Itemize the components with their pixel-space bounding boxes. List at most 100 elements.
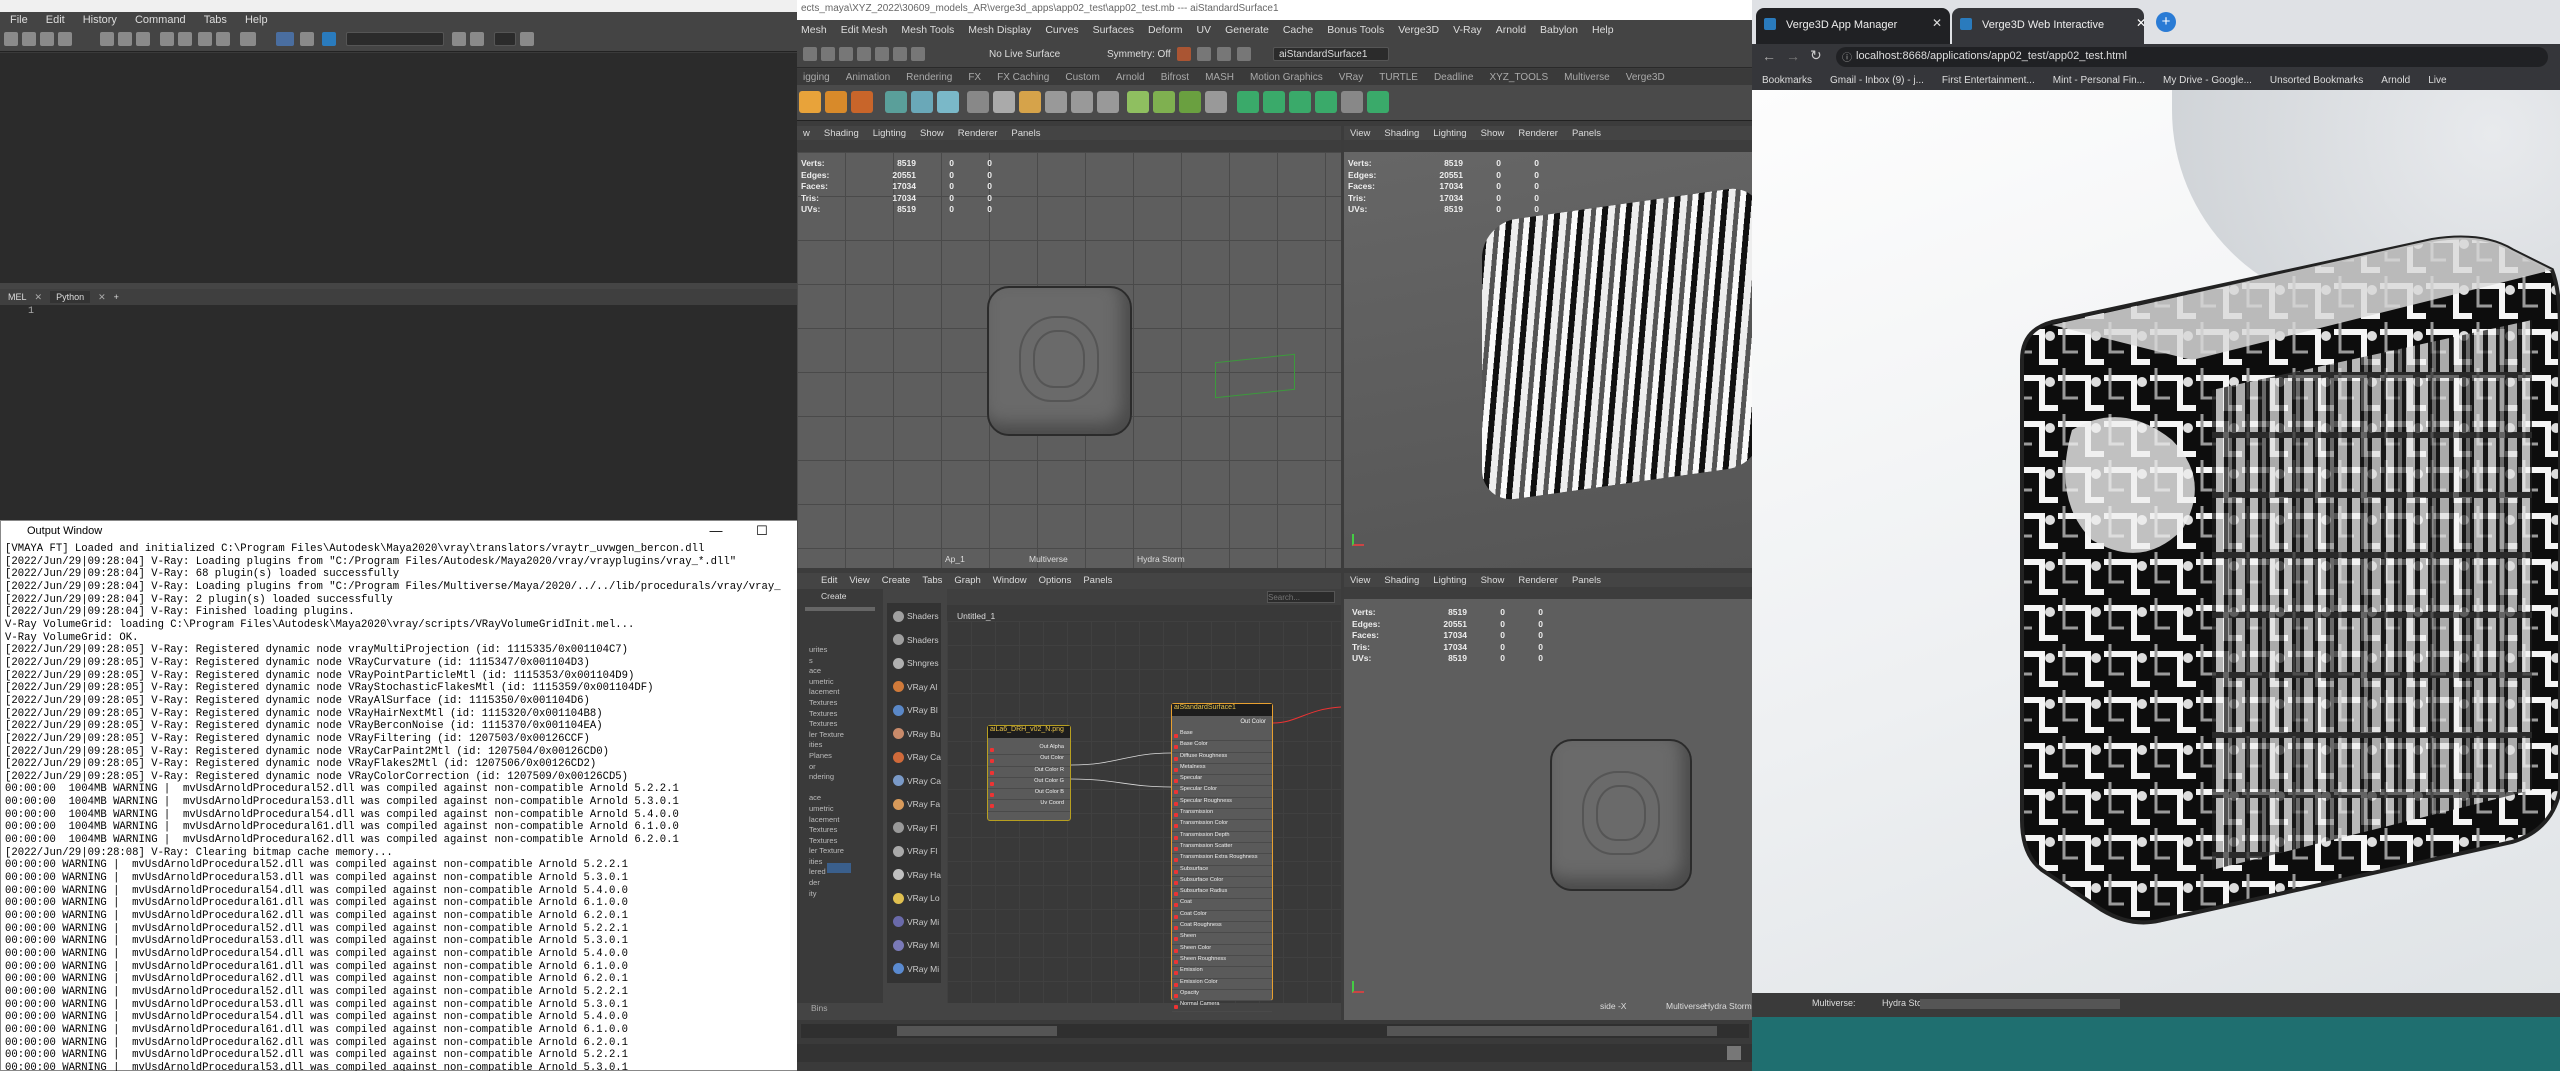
menu-show[interactable]: Show — [1481, 128, 1505, 139]
menu-create[interactable]: Create — [882, 575, 911, 586]
shader-list[interactable]: Shaders Shaders Shngres VRay Al VRay Bl VRay … — [887, 603, 941, 983]
shader-list-item[interactable]: VRay Bl — [893, 701, 938, 719]
category-item[interactable]: ace — [809, 666, 849, 677]
menu-surfaces[interactable]: Surfaces — [1093, 24, 1134, 36]
shelf-tab[interactable]: VRay — [1339, 72, 1363, 83]
menu-edit[interactable]: Edit — [46, 14, 65, 26]
category-item[interactable]: ler Texture — [809, 730, 849, 741]
shader-list-item[interactable]: Shaders — [893, 631, 939, 649]
clear-input-icon[interactable] — [118, 32, 132, 46]
play-icon[interactable] — [322, 32, 336, 46]
shader-list-item[interactable]: Shngres — [893, 654, 939, 672]
chrome-cube-render[interactable] — [2012, 230, 2560, 930]
menu-tabs[interactable]: Tabs — [204, 14, 227, 26]
shelf-tab[interactable]: Verge3D — [1626, 72, 1665, 83]
webgl-canvas[interactable] — [1752, 90, 2560, 993]
shelf-sneak-peek-icon[interactable] — [1263, 91, 1285, 113]
cube-chrome-render[interactable] — [1482, 184, 1752, 504]
menu-command[interactable]: Command — [135, 14, 186, 26]
category-item[interactable]: umetric — [809, 804, 849, 815]
menu-lighting[interactable]: Lighting — [1433, 575, 1466, 586]
script-editor-titlebar[interactable] — [0, 0, 797, 12]
bookmark-item[interactable]: Bookmarks — [1762, 75, 1812, 86]
menu-uv[interactable]: UV — [1196, 24, 1211, 36]
shader-list-item[interactable]: VRay Ha — [893, 866, 941, 884]
line-numbers-icon[interactable] — [178, 32, 192, 46]
search-next-icon[interactable] — [520, 32, 534, 46]
category-item[interactable]: s — [809, 656, 849, 667]
close-icon[interactable]: ✕ — [35, 292, 43, 303]
category-item[interactable]: Textures — [809, 719, 849, 730]
maximize-icon[interactable]: ☐ — [747, 523, 777, 539]
bookmark-item[interactable]: Arnold — [2381, 75, 2410, 86]
create-slider[interactable] — [805, 607, 875, 611]
shelf-denoise-icon[interactable] — [1205, 91, 1227, 113]
viewport-toolbar[interactable] — [1344, 140, 1752, 152]
snap-curve-icon[interactable] — [857, 47, 871, 61]
shelf-tab[interactable]: XYZ_TOOLS — [1489, 72, 1548, 83]
category-item[interactable]: der — [809, 878, 849, 889]
run-icon[interactable] — [300, 32, 314, 46]
render-icon[interactable] — [1177, 47, 1191, 61]
hypershade-icon[interactable] — [1237, 47, 1251, 61]
menu-v-ray[interactable]: V-Ray — [1453, 24, 1482, 36]
bookmark-item[interactable]: Live — [2428, 75, 2446, 86]
menu-deform[interactable]: Deform — [1148, 24, 1182, 36]
save-script-icon[interactable] — [40, 32, 54, 46]
shelf-standin-icon[interactable] — [1179, 91, 1201, 113]
viewport-toolbar[interactable] — [1344, 587, 1752, 599]
category-item[interactable]: urites — [809, 645, 849, 656]
menu-file[interactable]: File — [10, 14, 28, 26]
category-item[interactable]: Textures — [809, 836, 849, 847]
search-field[interactable] — [494, 32, 516, 46]
shader-list-item[interactable]: VRay Lo — [893, 889, 940, 907]
viewport-top-right[interactable]: View Shading Lighting Show Renderer Pane… — [1344, 126, 1752, 568]
menu-renderer[interactable]: Renderer — [1518, 128, 1558, 139]
select-hierarchy-icon[interactable] — [821, 47, 835, 61]
category-item[interactable]: umetric — [809, 677, 849, 688]
shelf-procedural-icon[interactable] — [1097, 91, 1119, 113]
info-icon[interactable]: ⓘ — [1842, 49, 1852, 64]
menu-lighting[interactable]: Lighting — [873, 128, 906, 139]
close-tab-icon[interactable]: ✕ — [1932, 16, 1942, 30]
output-log[interactable]: [VMAYA FT] Loaded and initialized C:\Pro… — [5, 543, 805, 1071]
shelf-star-icon[interactable] — [799, 91, 821, 113]
menu-show[interactable]: Show — [920, 128, 944, 139]
shelf-tab[interactable]: TURTLE — [1379, 72, 1418, 83]
output-window-titlebar[interactable]: Output Window — [1, 521, 821, 541]
category-item[interactable]: Textures — [809, 709, 849, 720]
back-icon[interactable]: ← — [1762, 48, 1776, 64]
category-item[interactable] — [809, 783, 849, 794]
shelf-mesh-light-icon[interactable] — [937, 91, 959, 113]
bookmark-item[interactable]: Gmail - Inbox (9) - j... — [1830, 75, 1924, 86]
tab-app-manager[interactable]: Verge3D App Manager — [1756, 8, 1950, 44]
shelf-text-icon[interactable] — [825, 91, 847, 113]
shader-list-item[interactable]: VRay Fa — [893, 795, 940, 813]
symmetry-label[interactable]: Symmetry: Off — [1107, 49, 1171, 60]
shelf-tab[interactable]: Rendering — [906, 72, 952, 83]
menu-edit-mesh[interactable]: Edit Mesh — [841, 24, 888, 36]
maya-titlebar[interactable]: ects_maya\XYZ_2022\30609_models_AR\verge… — [797, 0, 1752, 20]
shelf-tab[interactable]: Custom — [1065, 72, 1099, 83]
cube-model-side[interactable] — [1550, 739, 1692, 891]
bookmark-item[interactable]: Unsorted Bookmarks — [2270, 75, 2363, 86]
menu-panels[interactable]: Panels — [1083, 575, 1112, 586]
shelf-ipr-icon[interactable] — [1153, 91, 1175, 113]
menu-panels[interactable]: Panels — [1572, 128, 1601, 139]
menu-window[interactable]: Window — [993, 575, 1027, 586]
category-item[interactable]: lacement — [809, 815, 849, 826]
shader-list-item[interactable]: VRay Mi — [893, 936, 939, 954]
menu-mesh-tools[interactable]: Mesh Tools — [901, 24, 954, 36]
shelf-volume-icon[interactable] — [1071, 91, 1093, 113]
shelf-light-icon[interactable] — [885, 91, 907, 113]
menu-help[interactable]: Help — [1592, 24, 1614, 36]
menu-view[interactable]: View — [1350, 575, 1370, 586]
save-shelf-icon[interactable] — [58, 32, 72, 46]
clear-history-icon[interactable] — [100, 32, 114, 46]
category-item[interactable]: Textures — [809, 698, 849, 709]
menu-shading[interactable]: Shading — [824, 128, 859, 139]
shelf-tab[interactable]: Animation — [846, 72, 890, 83]
category-item[interactable]: ace — [809, 793, 849, 804]
shelf-export-icon[interactable] — [1237, 91, 1259, 113]
menu-help[interactable]: Help — [245, 14, 268, 26]
